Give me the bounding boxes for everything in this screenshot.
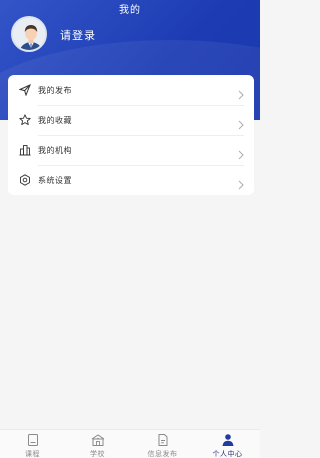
document-icon bbox=[156, 434, 170, 446]
send-icon bbox=[19, 84, 31, 96]
menu-item-label: 我的收藏 bbox=[38, 115, 72, 125]
menu-item-label: 系统设置 bbox=[38, 175, 72, 185]
tab-personal-center[interactable]: 个人中心 bbox=[195, 430, 260, 458]
user-icon bbox=[221, 434, 235, 446]
tab-label: 信息发布 bbox=[147, 450, 178, 458]
login-link[interactable]: 请登录 bbox=[60, 27, 96, 43]
chevron-right-icon bbox=[237, 145, 245, 160]
tab-school[interactable]: 学校 bbox=[65, 430, 130, 458]
tab-label: 个人中心 bbox=[212, 450, 243, 458]
menu-item-label: 我的发布 bbox=[38, 85, 72, 95]
school-icon bbox=[91, 434, 105, 446]
tab-publish-info[interactable]: 信息发布 bbox=[130, 430, 195, 458]
chevron-right-icon bbox=[237, 115, 245, 130]
star-icon bbox=[19, 114, 31, 126]
building-icon bbox=[19, 144, 31, 156]
tab-label: 学校 bbox=[90, 450, 105, 458]
tab-label: 课程 bbox=[25, 450, 40, 458]
menu-item-system-settings[interactable]: 系统设置 bbox=[8, 165, 254, 195]
chevron-right-icon bbox=[237, 175, 245, 190]
tab-courses[interactable]: 课程 bbox=[0, 430, 65, 458]
menu-item-my-institution[interactable]: 我的机构 bbox=[8, 135, 254, 165]
menu-item-label: 我的机构 bbox=[38, 145, 72, 155]
page-title: 我的 bbox=[119, 5, 141, 16]
menu-item-my-posts[interactable]: 我的发布 bbox=[8, 75, 254, 105]
menu-card: 我的发布 我的收藏 我的机构 系统设置 bbox=[8, 75, 254, 195]
book-icon bbox=[26, 434, 40, 446]
gear-icon bbox=[19, 174, 31, 186]
menu-item-my-favorites[interactable]: 我的收藏 bbox=[8, 105, 254, 135]
chevron-right-icon bbox=[237, 85, 245, 100]
bottom-tab-bar: 课程 学校 信息发布 个人中心 bbox=[0, 429, 260, 458]
avatar[interactable] bbox=[11, 16, 47, 52]
avatar-person-icon bbox=[13, 18, 45, 50]
